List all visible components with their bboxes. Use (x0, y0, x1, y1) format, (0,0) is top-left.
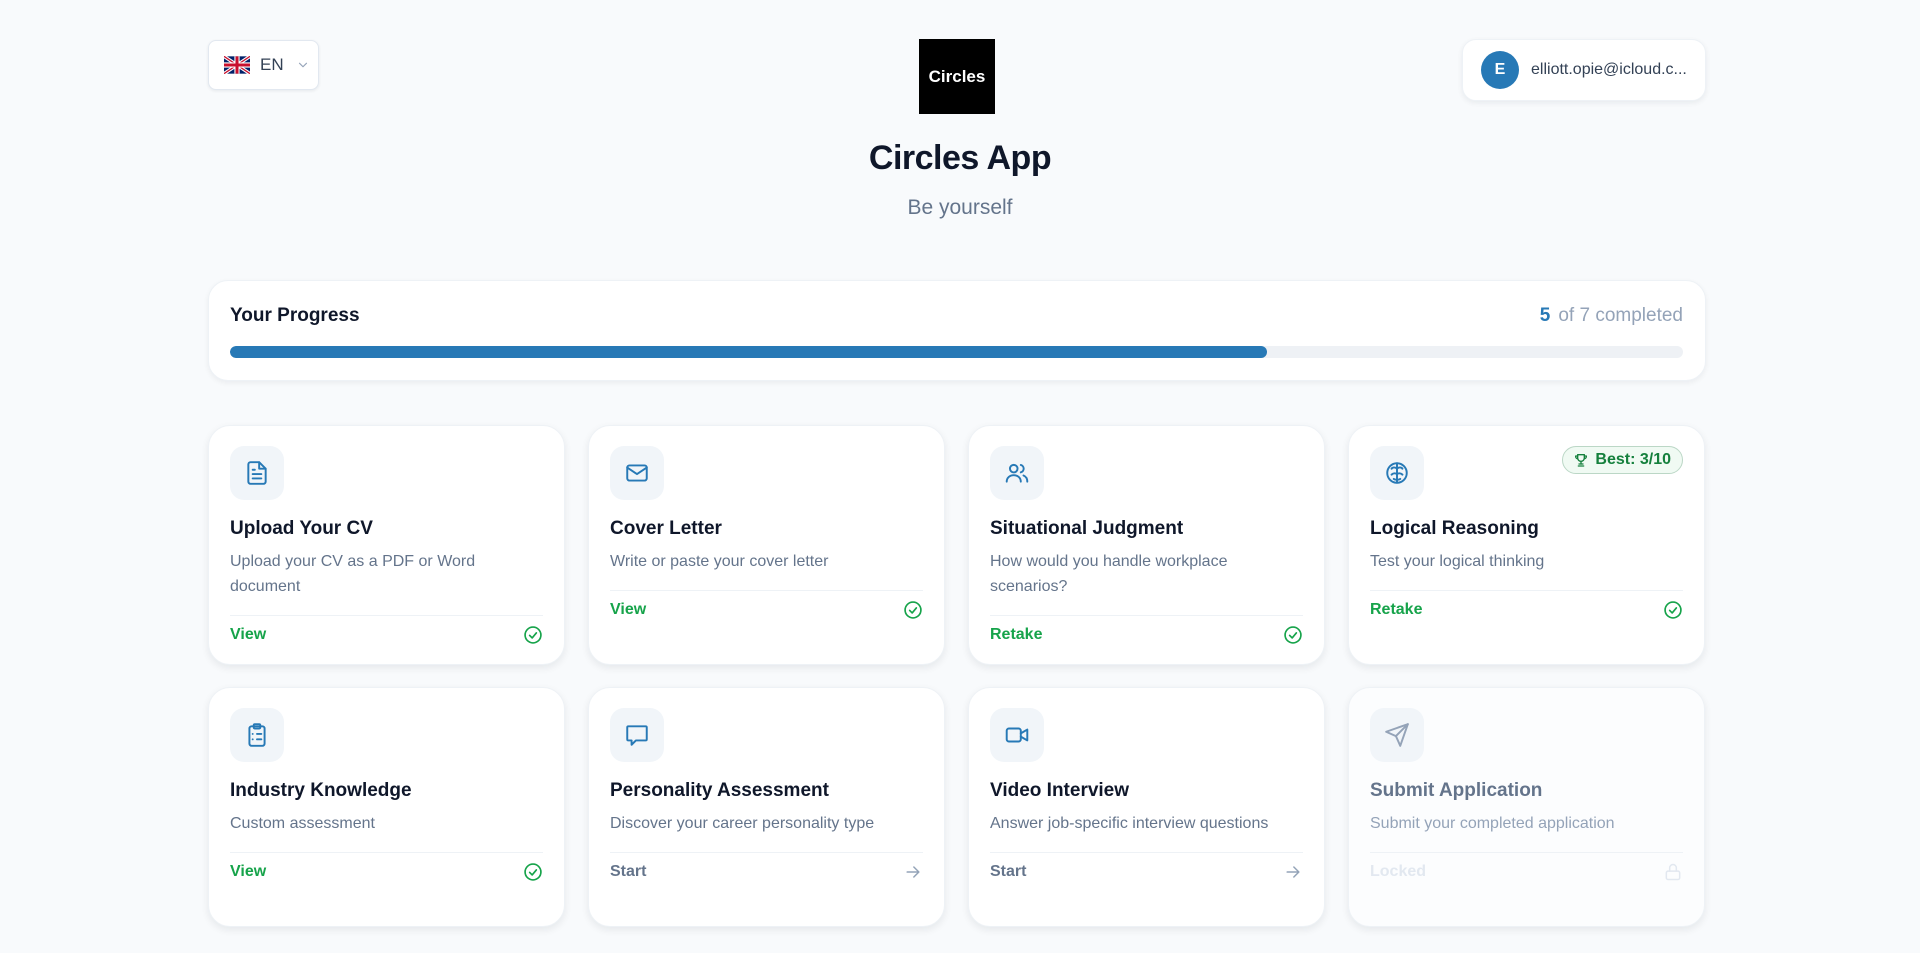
card-footer: View (230, 615, 543, 645)
card-cover-letter[interactable]: Cover Letter Write or paste your cover l… (588, 425, 945, 665)
app-logo: Circles (919, 39, 995, 114)
card-title: Submit Application (1370, 780, 1543, 801)
badge-text: Best: 3/10 (1595, 451, 1671, 468)
card-description: Upload your CV as a PDF or Word document (230, 553, 476, 595)
card-upload-cv[interactable]: Upload Your CV Upload your CV as a PDF o… (208, 425, 565, 665)
send-icon (1370, 708, 1424, 762)
card-description: Answer job-specific interview questions (990, 815, 1269, 832)
check-circle-icon (1664, 601, 1682, 619)
brain-icon (1370, 446, 1424, 500)
user-menu[interactable]: E elliott.opie@icloud.c... (1462, 39, 1706, 101)
view-button[interactable]: View (230, 863, 266, 881)
card-video-interview[interactable]: Video Interview Answer job-specific inte… (968, 687, 1325, 927)
card-footer: Start (610, 852, 923, 882)
chevron-down-icon (298, 62, 307, 68)
view-button[interactable]: View (230, 626, 266, 644)
video-icon (990, 708, 1044, 762)
card-title: Cover Letter (610, 518, 722, 539)
card-description: Discover your career personality type (610, 815, 875, 832)
progress-bar-fill (230, 346, 1268, 358)
page-title: Circles App (868, 139, 1052, 177)
progress-completed-number: 5 (1539, 305, 1551, 326)
document-icon (230, 446, 284, 500)
user-email: elliott.opie@icloud.c... (1531, 61, 1687, 78)
view-button[interactable]: View (610, 601, 646, 619)
clipboard-icon (230, 708, 284, 762)
arrow-right-icon (1286, 866, 1300, 878)
card-submit-application: Submit Application Submit your completed… (1348, 687, 1705, 927)
progress-count: 5 of 7 completed (1540, 305, 1683, 327)
card-personality-assessment[interactable]: Personality Assessment Discover your car… (588, 687, 945, 927)
uk-flag-icon (224, 56, 250, 74)
card-description: Custom assessment (230, 815, 375, 832)
check-circle-icon (524, 863, 542, 881)
language-code: EN (260, 55, 284, 74)
check-circle-icon (904, 601, 922, 619)
card-title: Personality Assessment (610, 780, 829, 801)
logo-text: Circles (928, 66, 986, 86)
card-title: Logical Reasoning (1370, 518, 1539, 539)
card-footer: Retake (1370, 590, 1683, 620)
chat-icon (610, 708, 664, 762)
progress-title: Your Progress (230, 305, 360, 326)
best-score-badge: Best: 3/10 (1562, 446, 1683, 474)
progress-bar (230, 346, 1683, 358)
progress-card: Your Progress 5 of 7 completed (208, 280, 1706, 381)
card-title: Video Interview (990, 780, 1130, 801)
arrow-right-icon (906, 866, 920, 878)
check-circle-icon (1284, 626, 1302, 644)
page: EN Circles E elliott.opie@icloud.c... Ci… (0, 0, 1920, 953)
retake-button[interactable]: Retake (990, 626, 1042, 644)
start-button[interactable]: Start (990, 863, 1026, 881)
lock-icon (1665, 863, 1681, 881)
card-footer: Locked (1370, 852, 1683, 882)
check-circle-icon (524, 626, 542, 644)
locked-label: Locked (1370, 863, 1427, 880)
card-logical-reasoning[interactable]: Best: 3/10 Logical Reasoning Test your l… (1348, 425, 1705, 665)
card-description: Test your logical thinking (1370, 553, 1545, 570)
card-situational-judgment[interactable]: Situational Judgment How would you handl… (968, 425, 1325, 665)
card-footer: View (610, 590, 923, 620)
mail-icon (610, 446, 664, 500)
avatar: E (1481, 51, 1519, 89)
retake-button[interactable]: Retake (1370, 601, 1422, 619)
card-description: Write or paste your cover letter (610, 553, 829, 570)
card-title: Upload Your CV (230, 518, 373, 539)
language-selector[interactable]: EN (208, 40, 319, 90)
card-description: How would you handle workplace scenarios… (990, 553, 1228, 595)
card-footer: Start (990, 852, 1303, 882)
card-description: Submit your completed application (1370, 815, 1615, 832)
card-footer: View (230, 852, 543, 882)
users-icon (990, 446, 1044, 500)
page-subtitle: Be yourself (907, 196, 1013, 219)
card-title: Industry Knowledge (230, 780, 412, 801)
progress-total-text: of 7 completed (1558, 305, 1683, 326)
card-industry-knowledge[interactable]: Industry Knowledge Custom assessment Vie… (208, 687, 565, 927)
card-title: Situational Judgment (990, 518, 1184, 539)
start-button[interactable]: Start (610, 863, 646, 881)
trophy-icon (1575, 454, 1588, 467)
card-footer: Retake (990, 615, 1303, 645)
